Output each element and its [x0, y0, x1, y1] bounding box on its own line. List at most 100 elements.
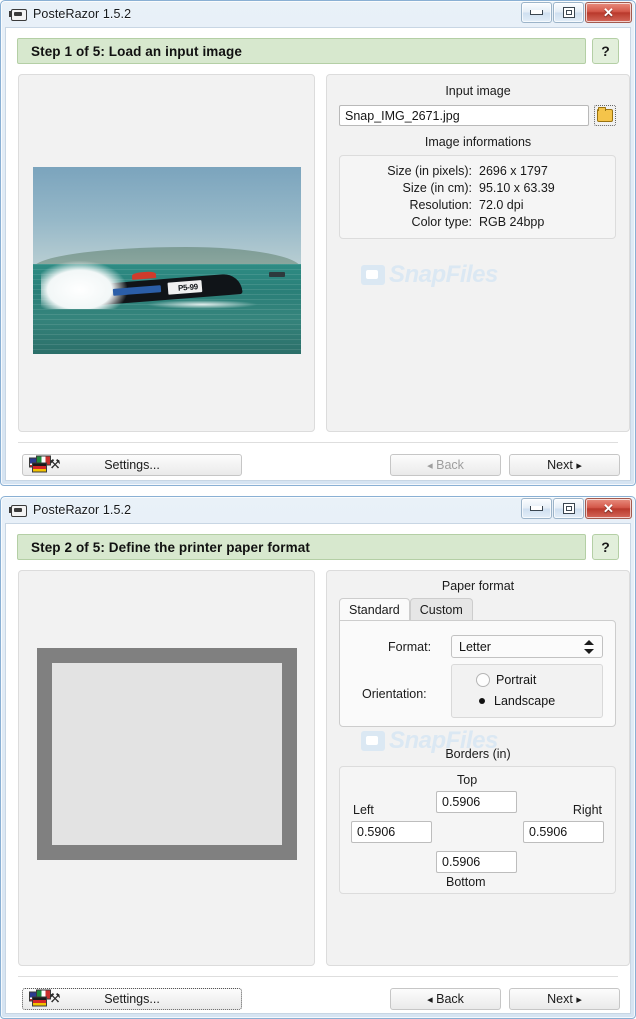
border-right-label: Right: [572, 803, 602, 817]
settings-label-2: Settings...: [104, 992, 160, 1006]
standard-tab-panel: Format: Letter Orientation: Portrait Lan…: [339, 620, 616, 727]
info-row: Color type: RGB 24bpp: [340, 214, 615, 231]
borders-box: Top 0.5906 Left 0.5906 Right 0.5906 0.59…: [339, 766, 616, 894]
radio-portrait[interactable]: Portrait: [476, 673, 536, 687]
step-bar-2: Step 2 of 5: Define the printer paper fo…: [17, 534, 619, 560]
back-arrow-icon: ◂: [427, 993, 433, 1006]
posterazor-window-step2: PosteRazor 1.5.2 ✕ Step 2 of 5: Define t…: [0, 496, 636, 1019]
paper-format-value: Letter: [459, 639, 491, 654]
info-value: 2696 x 1797: [479, 164, 548, 178]
back-arrow-icon: ◂: [427, 459, 433, 472]
input-settings-panel: Input image Snap_IMG_2671.jpg Image info…: [326, 74, 630, 432]
info-key: Size (in cm):: [402, 181, 472, 195]
minimize-icon: [530, 506, 543, 511]
next-button-2[interactable]: Next ▸: [509, 988, 620, 1010]
tools-icon: ⚒: [49, 990, 61, 1006]
border-bottom-label: Bottom: [446, 875, 486, 889]
step-bar-1: Step 1 of 5: Load an input image ?: [17, 38, 619, 64]
snapfiles-logo-icon: [361, 265, 385, 285]
help-button-2[interactable]: ?: [592, 534, 619, 560]
orientation-label: Orientation:: [362, 687, 427, 701]
paper-format-tabs: Standard Custom: [339, 598, 473, 620]
title-bar-2[interactable]: PosteRazor 1.5.2 ✕: [1, 497, 635, 523]
browse-image-button[interactable]: [594, 105, 616, 126]
settings-button-1[interactable]: ⚒ Settings...: [22, 454, 242, 476]
title-bar-1[interactable]: PosteRazor 1.5.2 ✕: [1, 1, 635, 27]
radio-portrait-label: Portrait: [496, 673, 537, 687]
paper-settings-panel: Paper format Standard Custom Format: Let…: [326, 570, 630, 966]
info-value: 72.0 dpi: [479, 198, 524, 212]
image-information-box: Size (in pixels): 2696 x 1797 Size (in c…: [339, 155, 616, 239]
window-title: PosteRazor 1.5.2: [33, 7, 132, 21]
next-label-2: Next: [547, 992, 573, 1006]
printer-icon: [9, 503, 27, 517]
maximize-button[interactable]: [553, 498, 584, 519]
client-area-1: Step 1 of 5: Load an input image ? P5-99…: [5, 27, 631, 481]
border-top-label: Top: [457, 773, 478, 787]
back-button-2[interactable]: ◂ Back: [390, 988, 501, 1010]
folder-icon: [597, 107, 613, 122]
tab-custom[interactable]: Custom: [409, 598, 473, 620]
info-value: RGB 24bpp: [479, 215, 545, 229]
minimize-button[interactable]: [521, 498, 552, 519]
preview-distant-boat: [268, 271, 285, 278]
preview-wake: [145, 299, 259, 310]
back-button-1[interactable]: ◂ Back: [390, 454, 501, 476]
info-row: Resolution: 72.0 dpi: [340, 197, 615, 214]
posterazor-window-step1: PosteRazor 1.5.2 ✕ Step 1 of 5: Load an …: [0, 0, 636, 486]
border-left-input[interactable]: 0.5906: [351, 821, 432, 843]
footer-divider-1: [18, 442, 618, 443]
close-icon: ✕: [603, 5, 614, 20]
next-arrow-icon: ▸: [576, 993, 582, 1006]
back-label-1: Back: [436, 458, 464, 472]
input-image-preview: P5-99: [33, 167, 301, 354]
client-area-2: Step 2 of 5: Define the printer paper fo…: [5, 523, 631, 1014]
close-button[interactable]: ✕: [585, 498, 632, 519]
border-right-input[interactable]: 0.5906: [523, 821, 604, 843]
input-image-group-label: Input image: [445, 84, 511, 98]
input-image-path-field[interactable]: Snap_IMG_2671.jpg: [339, 105, 589, 126]
footer-divider-2: [18, 976, 618, 977]
radio-landscape[interactable]: Landscape: [476, 694, 555, 708]
close-icon: ✕: [603, 501, 614, 516]
info-key: Color type:: [411, 215, 472, 229]
image-preview-panel: P5-99: [18, 74, 315, 432]
radio-portrait-indicator: [476, 673, 490, 687]
help-button-1[interactable]: ?: [592, 38, 619, 64]
border-bottom-input[interactable]: 0.5906: [436, 851, 517, 873]
germany-flag-icon: [32, 462, 47, 473]
tab-standard[interactable]: Standard: [339, 598, 410, 620]
close-button[interactable]: ✕: [585, 2, 632, 23]
paper-format-select[interactable]: Letter: [451, 635, 603, 658]
borders-group-label: Borders (in): [445, 747, 511, 761]
language-flags-icon: ⚒: [29, 455, 63, 473]
info-row: Size (in pixels): 2696 x 1797: [340, 163, 615, 180]
paper-format-group-label: Paper format: [441, 579, 515, 593]
next-arrow-icon: ▸: [576, 459, 582, 472]
maximize-icon: [562, 7, 575, 18]
step-title-2: Step 2 of 5: Define the printer paper fo…: [17, 534, 586, 560]
paper-printable-area: [52, 663, 282, 845]
next-button-1[interactable]: Next ▸: [509, 454, 620, 476]
maximize-icon: [562, 503, 575, 514]
radio-landscape-indicator: [476, 695, 488, 707]
paper-preview-panel: [18, 570, 315, 966]
info-value: 95.10 x 63.39: [479, 181, 555, 195]
settings-label-1: Settings...: [104, 458, 160, 472]
window-title: PosteRazor 1.5.2: [33, 503, 132, 517]
step-title-1: Step 1 of 5: Load an input image: [17, 38, 586, 64]
maximize-button[interactable]: [553, 2, 584, 23]
watermark-text: SnapFiles: [389, 261, 498, 288]
chevron-updown-icon: [584, 639, 594, 655]
germany-flag-icon: [32, 996, 47, 1007]
border-top-input[interactable]: 0.5906: [436, 791, 517, 813]
border-left-label: Left: [353, 803, 374, 817]
window-controls-1: ✕: [520, 2, 632, 23]
settings-button-2[interactable]: ⚒ Settings...: [22, 988, 242, 1010]
paper-border-area: [37, 648, 297, 860]
format-label: Format:: [388, 640, 432, 654]
info-row: Size (in cm): 95.10 x 63.39: [340, 180, 615, 197]
printer-icon: [9, 7, 27, 21]
info-key: Resolution:: [409, 198, 472, 212]
minimize-button[interactable]: [521, 2, 552, 23]
